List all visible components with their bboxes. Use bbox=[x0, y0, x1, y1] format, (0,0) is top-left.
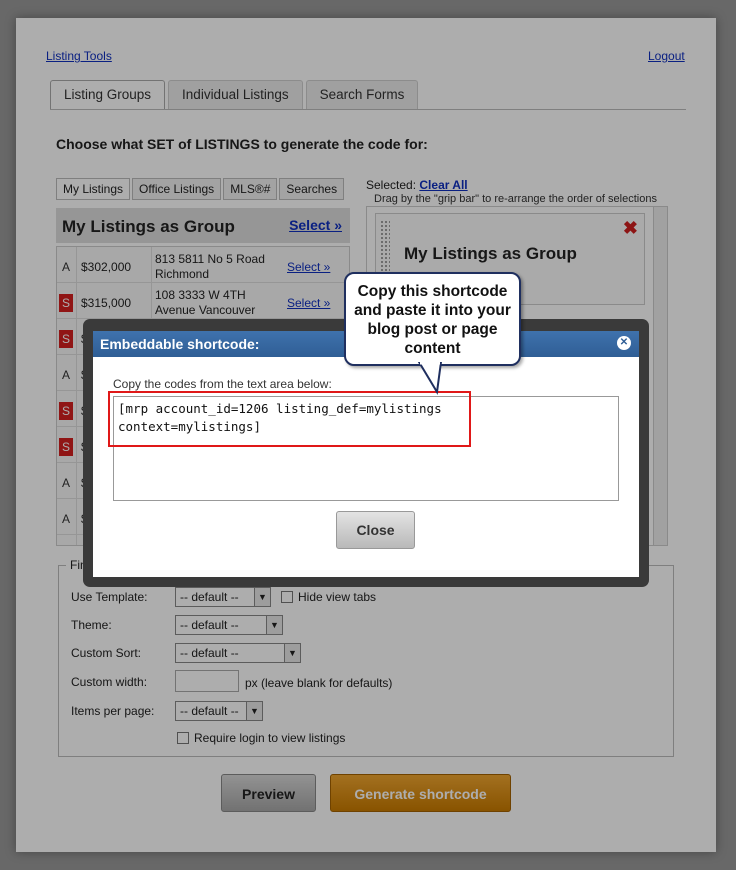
callout-pointer bbox=[417, 362, 443, 395]
close-icon[interactable]: ✕ bbox=[617, 336, 631, 350]
shortcode-dialog: Embeddable shortcode: ✕ Copy the codes f… bbox=[93, 331, 639, 577]
dialog-instruction: Copy the codes from the text area below: bbox=[113, 377, 332, 391]
callout-bubble: Copy this shortcode and paste it into yo… bbox=[344, 272, 521, 366]
highlight-box bbox=[108, 391, 471, 447]
close-button[interactable]: Close bbox=[336, 511, 415, 549]
